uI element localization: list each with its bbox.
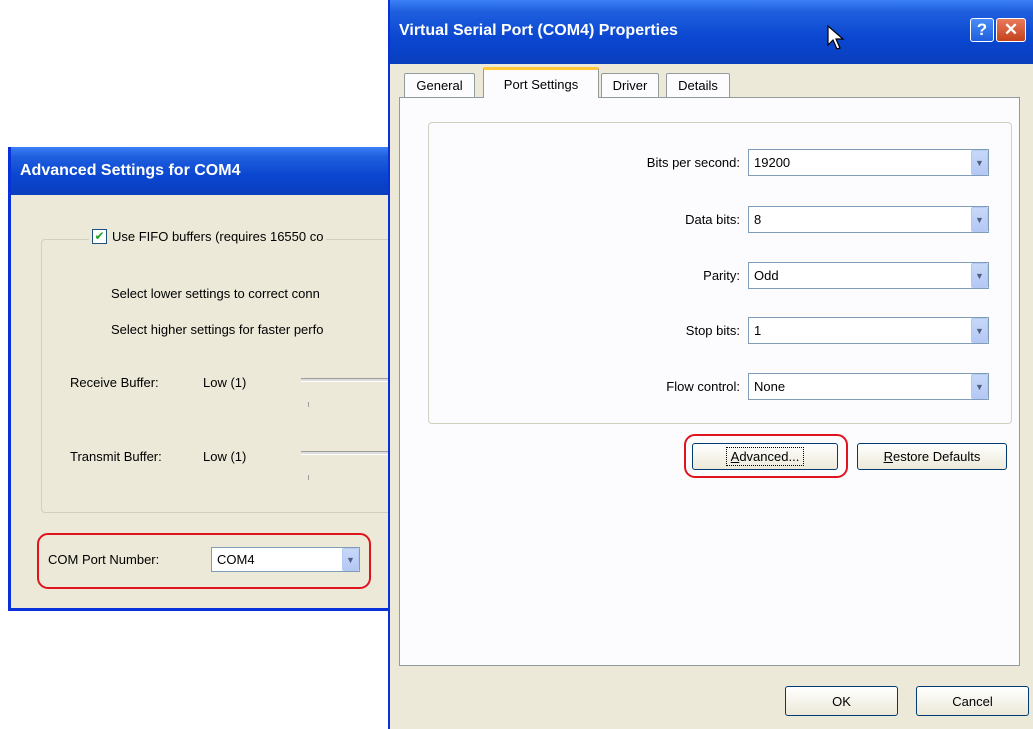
data-bits-label: Data bits: <box>685 212 740 227</box>
chevron-down-icon[interactable]: ▼ <box>971 207 988 232</box>
flow-control-dropdown[interactable]: None ▼ <box>748 373 989 400</box>
com-port-value: COM4 <box>217 552 255 567</box>
properties-window: Virtual Serial Port (COM4) Properties ? … <box>388 0 1033 729</box>
tab-details[interactable]: Details <box>666 73 730 97</box>
advanced-settings-window: Advanced Settings for COM4 ✔ Use FIFO bu… <box>8 147 388 611</box>
com-port-label: COM Port Number: <box>48 552 160 567</box>
bits-per-second-dropdown[interactable]: 19200 ▼ <box>748 149 989 176</box>
parity-dropdown[interactable]: Odd ▼ <box>748 262 989 289</box>
properties-title: Virtual Serial Port (COM4) Properties <box>399 22 678 39</box>
restore-defaults-button[interactable]: Restore Defaults <box>857 443 1007 470</box>
bits-per-second-label: Bits per second: <box>646 155 740 170</box>
com-port-dropdown[interactable]: COM4 ▼ <box>211 547 360 572</box>
transmit-buffer-tick <box>308 475 309 480</box>
stop-bits-dropdown[interactable]: 1 ▼ <box>748 317 989 344</box>
chevron-down-icon[interactable]: ▼ <box>971 374 988 399</box>
receive-buffer-label: Receive Buffer: <box>70 375 159 390</box>
advanced-button-label: Advanced... <box>725 447 805 466</box>
chevron-down-icon[interactable]: ▼ <box>342 548 359 571</box>
data-bits-value: 8 <box>754 212 762 227</box>
chevron-down-icon[interactable]: ▼ <box>971 263 988 288</box>
hint-lower-text: Select lower settings to correct conn <box>111 286 320 301</box>
data-bits-dropdown[interactable]: 8 ▼ <box>748 206 989 233</box>
parity-value: Odd <box>754 268 779 283</box>
fifo-label: Use FIFO buffers (requires 16550 co <box>112 229 324 244</box>
close-icon[interactable]: ✕ <box>996 18 1026 42</box>
fifo-checkbox[interactable]: ✔ <box>92 229 107 244</box>
mouse-pointer-icon <box>827 25 845 50</box>
transmit-buffer-value: Low (1) <box>203 449 247 464</box>
chevron-down-icon[interactable]: ▼ <box>971 318 988 343</box>
stop-bits-value: 1 <box>754 323 762 338</box>
receive-buffer-tick <box>308 402 309 407</box>
transmit-buffer-slider[interactable] <box>301 451 388 455</box>
flow-control-value: None <box>754 379 786 394</box>
cancel-button[interactable]: Cancel <box>916 686 1029 716</box>
advanced-button[interactable]: Advanced... <box>692 443 838 470</box>
properties-title-bar[interactable]: Virtual Serial Port (COM4) Properties ? … <box>390 0 1033 64</box>
help-icon[interactable]: ? <box>970 18 994 42</box>
tab-general[interactable]: General <box>404 73 475 97</box>
tab-driver[interactable]: Driver <box>601 73 659 97</box>
flow-control-label: Flow control: <box>666 379 740 394</box>
ok-button[interactable]: OK <box>785 686 898 716</box>
tab-port-settings[interactable]: Port Settings <box>483 67 599 98</box>
restore-defaults-label: Restore Defaults <box>883 449 981 464</box>
parity-label: Parity: <box>703 268 740 283</box>
receive-buffer-slider[interactable] <box>301 378 388 382</box>
hint-higher-text: Select higher settings for faster perfo <box>111 322 324 337</box>
bits-per-second-value: 19200 <box>754 155 791 170</box>
advanced-settings-title: Advanced Settings for COM4 <box>20 162 241 179</box>
chevron-down-icon[interactable]: ▼ <box>971 150 988 175</box>
fifo-option[interactable]: ✔ Use FIFO buffers (requires 16550 co <box>89 229 327 244</box>
port-settings-panel: Bits per second: 19200 ▼ Data bits: 8 ▼ … <box>399 97 1020 666</box>
receive-buffer-value: Low (1) <box>203 375 247 390</box>
advanced-settings-title-bar[interactable]: Advanced Settings for COM4 <box>11 147 388 195</box>
stop-bits-label: Stop bits: <box>685 323 740 338</box>
transmit-buffer-label: Transmit Buffer: <box>70 449 162 464</box>
checkmark-icon: ✔ <box>94 229 105 243</box>
